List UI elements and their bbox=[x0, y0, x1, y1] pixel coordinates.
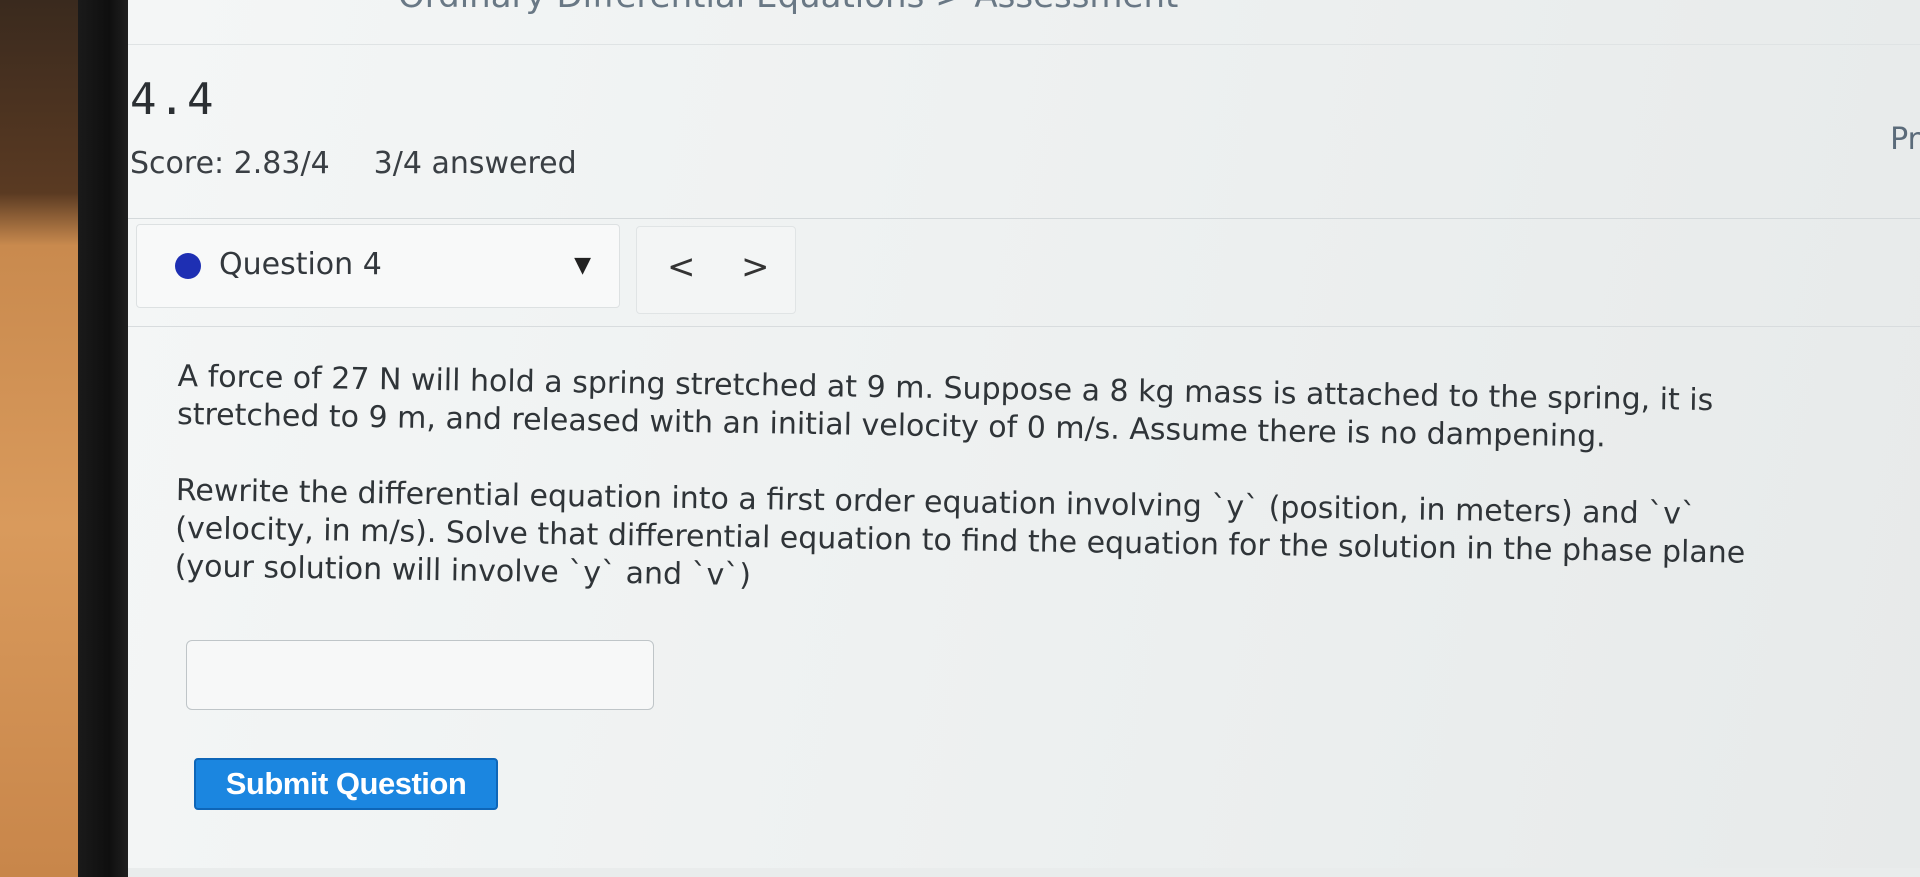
score-summary: Score: 2.83/4 3/4 answered bbox=[130, 146, 621, 181]
right-tab-partial[interactable]: Pr bbox=[1890, 122, 1920, 157]
score-text: Score: 2.83/4 bbox=[130, 146, 330, 181]
question-pager: < > bbox=[636, 226, 796, 314]
previous-question-button[interactable]: < bbox=[667, 247, 696, 287]
question-paragraph-2: Rewrite the differential equation into a… bbox=[174, 472, 1746, 594]
question-body: A force of 27 N will hold a spring stret… bbox=[174, 358, 1818, 650]
page-title: 4.4 bbox=[130, 74, 216, 125]
browser-viewport: Ordinary Differential Equations > Assess… bbox=[128, 0, 1920, 877]
answered-count: 3/4 answered bbox=[373, 146, 577, 181]
monitor-bezel bbox=[78, 0, 130, 877]
question-paragraph-1: A force of 27 N will hold a spring stret… bbox=[176, 358, 1714, 455]
next-question-button[interactable]: > bbox=[741, 247, 770, 287]
question-dropdown-label: Question 4 bbox=[219, 247, 382, 282]
question-status-dot-icon bbox=[175, 253, 201, 279]
header-divider bbox=[128, 44, 1920, 45]
answer-input[interactable] bbox=[186, 640, 654, 710]
bottom-edge bbox=[128, 868, 1920, 877]
caret-down-icon: ▼ bbox=[574, 253, 591, 278]
breadcrumb[interactable]: Ordinary Differential Equations > Assess… bbox=[398, 0, 1178, 16]
content-divider bbox=[128, 326, 1920, 327]
nav-divider bbox=[128, 218, 1920, 219]
question-dropdown[interactable]: Question 4 ▼ bbox=[136, 224, 620, 308]
submit-question-button[interactable]: Submit Question bbox=[194, 758, 498, 810]
